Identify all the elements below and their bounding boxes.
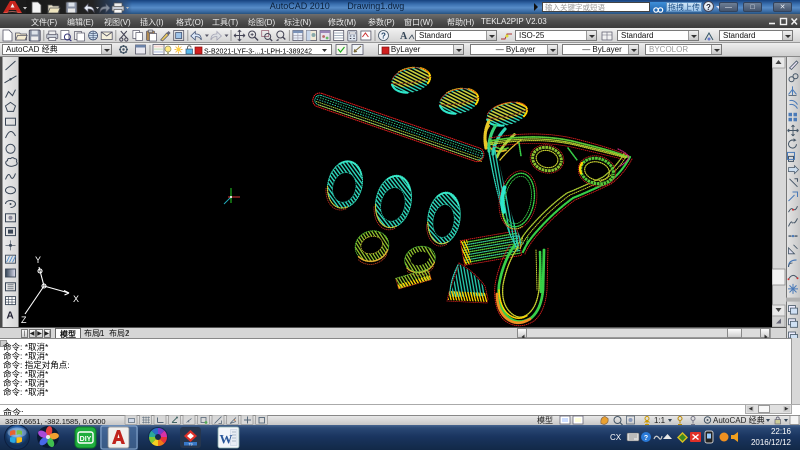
svg-text:W: W <box>220 432 233 447</box>
svg-text:A: A <box>400 31 408 42</box>
svg-text:S-B2021-LYF-3-...1-LPH-1-38924: S-B2021-LYF-3-...1-LPH-1-389242 <box>204 49 312 56</box>
svg-text:DIY: DIY <box>80 436 92 443</box>
svg-text:1:1: 1:1 <box>654 416 666 425</box>
svg-text:Y: Y <box>35 255 41 265</box>
svg-text:T9: T9 <box>189 442 193 446</box>
svg-text:A: A <box>7 310 14 321</box>
svg-text:模型: 模型 <box>537 415 553 425</box>
svg-text:CX: CX <box>610 433 622 442</box>
svg-text:?: ? <box>644 435 648 442</box>
svg-text:AutoCAD 经典: AutoCAD 经典 <box>713 415 765 425</box>
svg-text:?: ? <box>381 32 386 41</box>
svg-text:Z: Z <box>21 315 27 325</box>
svg-text:X: X <box>73 294 79 304</box>
